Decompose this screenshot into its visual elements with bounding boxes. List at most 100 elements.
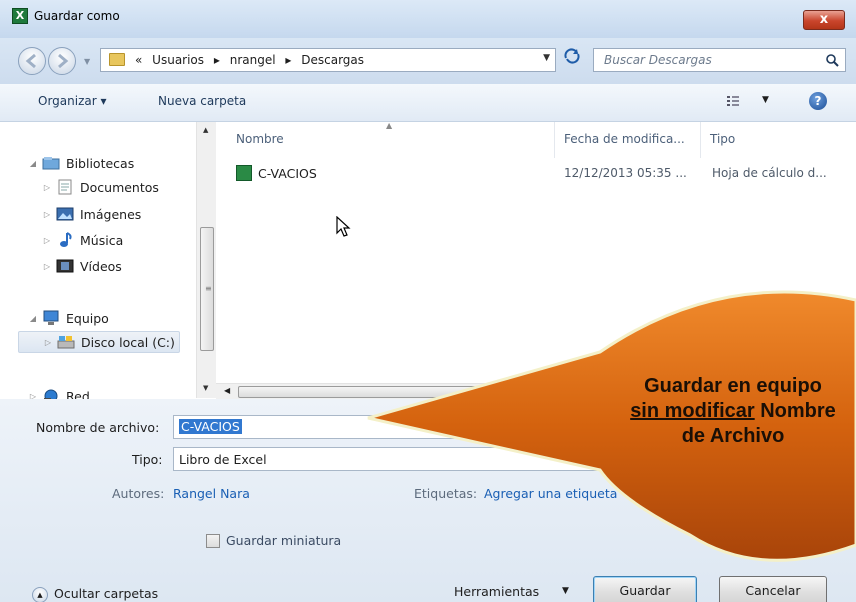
tree-item-libraries[interactable]: ◢ Bibliotecas [28,152,134,174]
close-button[interactable]: x [803,10,845,30]
callout-line: de Archivo [681,425,785,447]
new-folder-button[interactable]: Nueva carpeta [158,94,246,108]
filename-value: C-VACIOS [179,419,242,434]
command-toolbar: Organizar ▾ Nueva carpeta ▼ ? [0,84,856,122]
hide-folders-label: Ocultar carpetas [54,586,159,601]
column-header-date[interactable]: Fecha de modifica... [564,132,685,146]
navigation-bar: ▼ « Usuarios ▸ nrangel ▸ Descargas ▼ Bus… [0,38,856,84]
breadcrumb-separator[interactable]: ▸ [214,53,220,67]
save-button[interactable]: Guardar [593,576,697,602]
computer-icon [43,310,59,325]
breadcrumb-descargas[interactable]: Descargas [301,53,364,67]
collapse-arrow-icon[interactable]: ◢ [28,314,38,323]
search-placeholder: Buscar Descargas [604,53,712,67]
type-value: Libro de Excel [179,452,267,467]
callout-text: Guardar en equipo sin modificar Nombre d… [608,374,856,449]
tree-item-images[interactable]: ▷ Imágenes [42,203,141,225]
grip-icon: ≡ [205,284,212,293]
tree-label: Disco local (C:) [81,334,175,350]
tags-label: Etiquetas: [414,486,478,501]
callout-underlined-text: sin modificar [630,400,755,422]
folder-icon [109,53,125,66]
libraries-icon [42,157,60,170]
refresh-icon [564,48,580,64]
forward-arrow-icon [58,53,69,69]
back-button[interactable] [18,47,46,75]
tags-field[interactable]: Agregar una etiqueta [484,486,617,501]
images-icon [56,207,74,221]
back-arrow-icon [25,53,36,69]
address-bar[interactable]: « Usuarios ▸ nrangel ▸ Descargas ▼ [100,48,556,72]
save-thumbnail-label[interactable]: Guardar miniatura [226,533,341,548]
hide-folders-button[interactable]: ▲ Ocultar carpetas [32,586,158,602]
organize-button[interactable]: Organizar ▾ [38,94,107,108]
view-dropdown-icon[interactable]: ▼ [762,95,769,105]
tree-label: Vídeos [80,258,122,274]
tree-label: Música [80,232,124,248]
tree-item-music[interactable]: ▷ Música [42,229,123,251]
tree-label: Imágenes [80,206,142,222]
title-bar: X Guardar como x [0,0,856,38]
type-label: Tipo: [132,452,163,467]
callout-line: Guardar en equipo [644,375,822,397]
address-dropdown-icon[interactable]: ▼ [543,53,550,63]
search-input[interactable]: Buscar Descargas [593,48,846,72]
cancel-button[interactable]: Cancelar [719,576,827,602]
scroll-thumb[interactable]: ≡ [200,227,214,351]
help-icon[interactable]: ? [809,92,827,110]
file-list-pane: Nombre ▲ Fecha de modifica... Tipo C-VAC… [216,121,856,384]
scroll-thumb[interactable] [238,386,538,398]
expand-arrow-icon[interactable]: ▷ [42,262,52,271]
column-divider[interactable] [554,122,555,158]
breadcrumb-separator[interactable]: ▸ [285,53,291,67]
music-icon [60,232,72,247]
excel-icon: X [12,8,28,24]
file-row[interactable]: C-VACIOS 12/12/2013 05:35 ... Hoja de cá… [236,162,856,186]
refresh-button[interactable] [558,48,586,72]
mouse-pointer-icon [336,216,351,237]
tree-item-videos[interactable]: ▷ Vídeos [42,255,122,277]
recent-pages-dropdown[interactable]: ▼ [84,57,90,66]
column-header-name[interactable]: Nombre [236,132,284,146]
excel-file-icon [236,165,252,181]
expand-arrow-icon[interactable]: ▷ [42,210,52,219]
view-options-icon[interactable] [726,94,740,108]
tree-item-local-disk[interactable]: ▷ Disco local (C:) [18,331,180,353]
save-thumbnail-checkbox[interactable] [206,534,220,548]
tree-item-documents[interactable]: ▷ Documentos [42,176,159,198]
scroll-down-icon[interactable]: ▼ [203,384,208,392]
expand-arrow-icon[interactable]: ▷ [42,236,52,245]
sort-ascending-icon: ▲ [386,121,393,130]
scroll-left-icon[interactable]: ◀ [224,386,230,395]
breadcrumb: « Usuarios ▸ nrangel ▸ Descargas [135,53,370,67]
window-title: Guardar como [34,9,120,23]
type-select[interactable]: Libro de Excel [173,447,843,471]
callout-line: sin modificar Nombre [608,399,856,424]
documents-icon [58,179,72,195]
tree-label: Documentos [80,179,159,195]
column-header-type[interactable]: Tipo [710,132,735,146]
authors-label: Autores: [112,486,165,501]
tools-button[interactable]: Herramientas [454,584,539,599]
authors-field[interactable]: Rangel Nara [173,486,250,501]
column-divider[interactable] [700,122,701,158]
scroll-up-icon[interactable]: ▲ [203,126,208,134]
expand-arrow-icon[interactable]: ▷ [43,338,53,347]
breadcrumb-usuarios[interactable]: Usuarios [152,53,204,67]
forward-button[interactable] [48,47,76,75]
tree-label: Equipo [66,310,109,326]
file-type: Hoja de cálculo d... [712,166,827,180]
breadcrumb-nrangel[interactable]: nrangel [230,53,276,67]
tree-item-computer[interactable]: ◢ Equipo [28,307,109,329]
file-date: 12/12/2013 05:35 ... [564,166,687,180]
collapse-up-icon: ▲ [32,586,48,602]
tree-vertical-scrollbar[interactable]: ▲ ≡ ▼ [196,122,216,398]
hard-drive-icon [57,336,75,349]
tools-dropdown-icon[interactable]: ▼ [562,586,569,596]
callout-text-rest: Nombre [754,400,836,422]
breadcrumb-overflow[interactable]: « [135,53,142,67]
expand-arrow-icon[interactable]: ▷ [42,183,52,192]
collapse-arrow-icon[interactable]: ◢ [28,159,38,168]
tree-label: Bibliotecas [66,155,135,171]
search-icon[interactable] [825,53,839,67]
